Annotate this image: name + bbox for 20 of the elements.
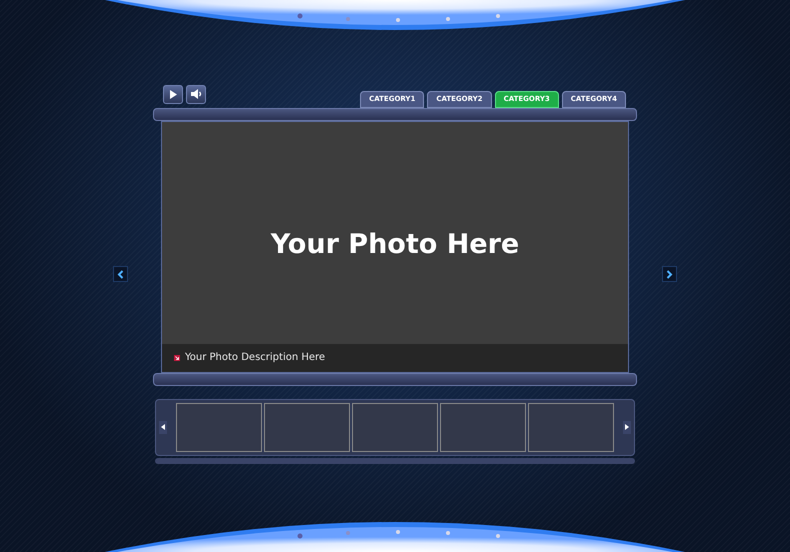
chevron-left-icon	[117, 270, 124, 278]
arrow-bullet-icon	[174, 354, 180, 360]
thumbnail-slot[interactable]	[264, 402, 350, 452]
photo-description: Your Photo Description Here	[185, 351, 326, 365]
scroll-left-button[interactable]	[159, 420, 167, 434]
triangle-right-icon	[625, 424, 629, 430]
previous-button[interactable]	[113, 266, 128, 282]
play-button[interactable]	[163, 84, 183, 104]
triangle-left-icon	[161, 424, 165, 430]
thumbnail-slot[interactable]	[528, 402, 614, 452]
sound-button[interactable]	[186, 84, 206, 104]
speaker-icon	[190, 89, 202, 99]
thumbnail-slot[interactable]	[440, 402, 526, 452]
photo-placeholder-text: Your Photo Here	[270, 228, 520, 262]
play-icon	[169, 90, 177, 98]
scroll-right-button[interactable]	[623, 420, 631, 434]
chevron-right-icon	[666, 270, 673, 278]
thumbnail-slot[interactable]	[352, 402, 438, 452]
next-button[interactable]	[662, 266, 677, 282]
thumbnail-slot[interactable]	[176, 402, 262, 452]
